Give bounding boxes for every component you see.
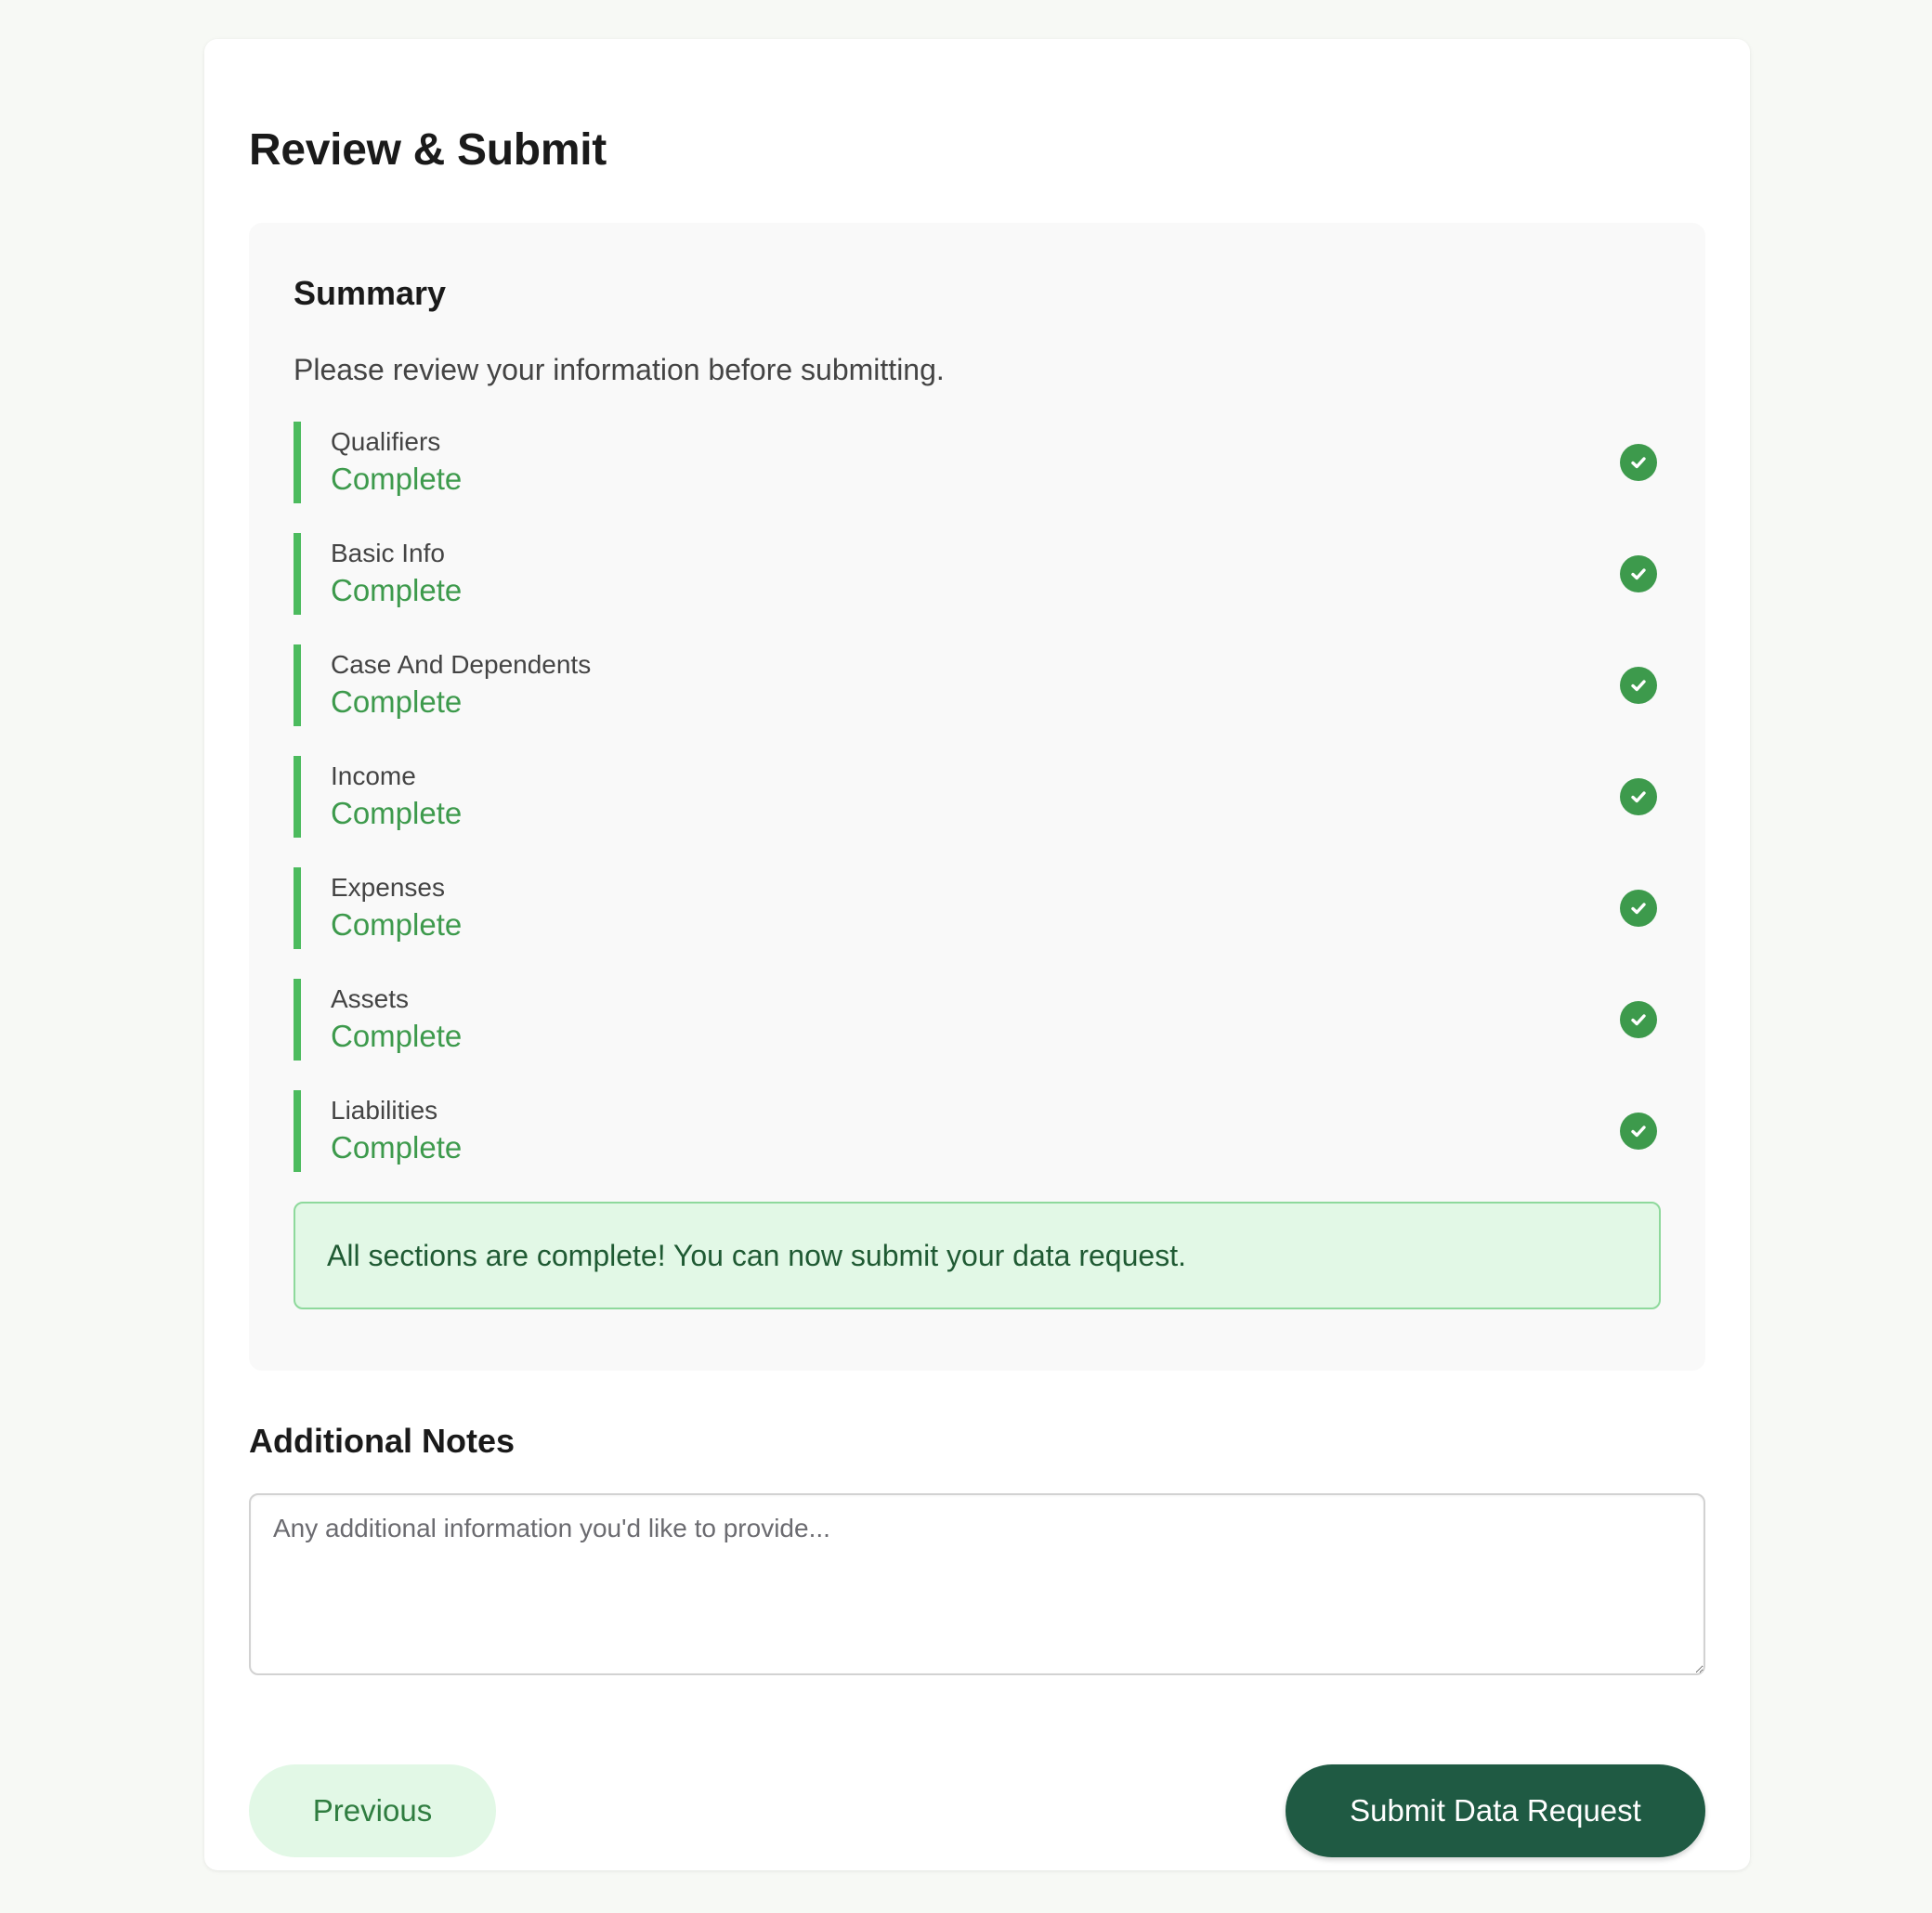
section-name: Qualifiers <box>331 427 441 456</box>
section-status: Complete <box>331 1019 463 1053</box>
section-name: Basic Info <box>331 539 445 567</box>
submit-data-request-button[interactable]: Submit Data Request <box>1286 1764 1705 1857</box>
section-item-income: Income Complete <box>294 756 1661 838</box>
check-circle-icon <box>1620 555 1657 592</box>
section-status: Complete <box>331 1130 463 1165</box>
check-circle-icon <box>1620 778 1657 815</box>
section-status: Complete <box>331 796 463 830</box>
section-item-basic-info: Basic Info Complete <box>294 533 1661 615</box>
check-circle-icon <box>1620 444 1657 481</box>
review-submit-card: Review & Submit Summary Please review yo… <box>204 39 1750 1870</box>
summary-title: Summary <box>294 274 447 312</box>
section-status-list: Qualifiers Complete Basic Info Complete … <box>294 422 1661 1172</box>
summary-panel: Summary Please review your information b… <box>249 223 1705 1371</box>
section-item-assets: Assets Complete <box>294 979 1661 1061</box>
additional-notes-textarea[interactable] <box>249 1493 1705 1675</box>
section-item-expenses: Expenses Complete <box>294 867 1661 949</box>
check-circle-icon <box>1620 1001 1657 1038</box>
section-status: Complete <box>331 684 463 719</box>
section-status: Complete <box>331 462 463 496</box>
all-complete-banner: All sections are complete! You can now s… <box>294 1202 1661 1309</box>
form-actions: Previous Submit Data Request <box>249 1764 1705 1857</box>
check-circle-icon <box>1620 1113 1657 1150</box>
section-status: Complete <box>331 573 463 607</box>
section-name: Case And Dependents <box>331 650 592 679</box>
check-circle-icon <box>1620 667 1657 704</box>
previous-button[interactable]: Previous <box>249 1764 496 1857</box>
section-name: Assets <box>331 984 410 1013</box>
section-item-liabilities: Liabilities Complete <box>294 1090 1661 1172</box>
section-item-qualifiers: Qualifiers Complete <box>294 422 1661 503</box>
check-circle-icon <box>1620 890 1657 927</box>
section-name: Expenses <box>331 873 445 902</box>
section-name: Liabilities <box>331 1096 438 1125</box>
summary-description: Please review your information before su… <box>294 353 945 386</box>
page-title: Review & Submit <box>249 125 607 175</box>
section-name: Income <box>331 761 416 790</box>
section-status: Complete <box>331 907 463 942</box>
section-item-case-and-dependents: Case And Dependents Complete <box>294 644 1661 726</box>
additional-notes-title: Additional Notes <box>249 1422 515 1460</box>
